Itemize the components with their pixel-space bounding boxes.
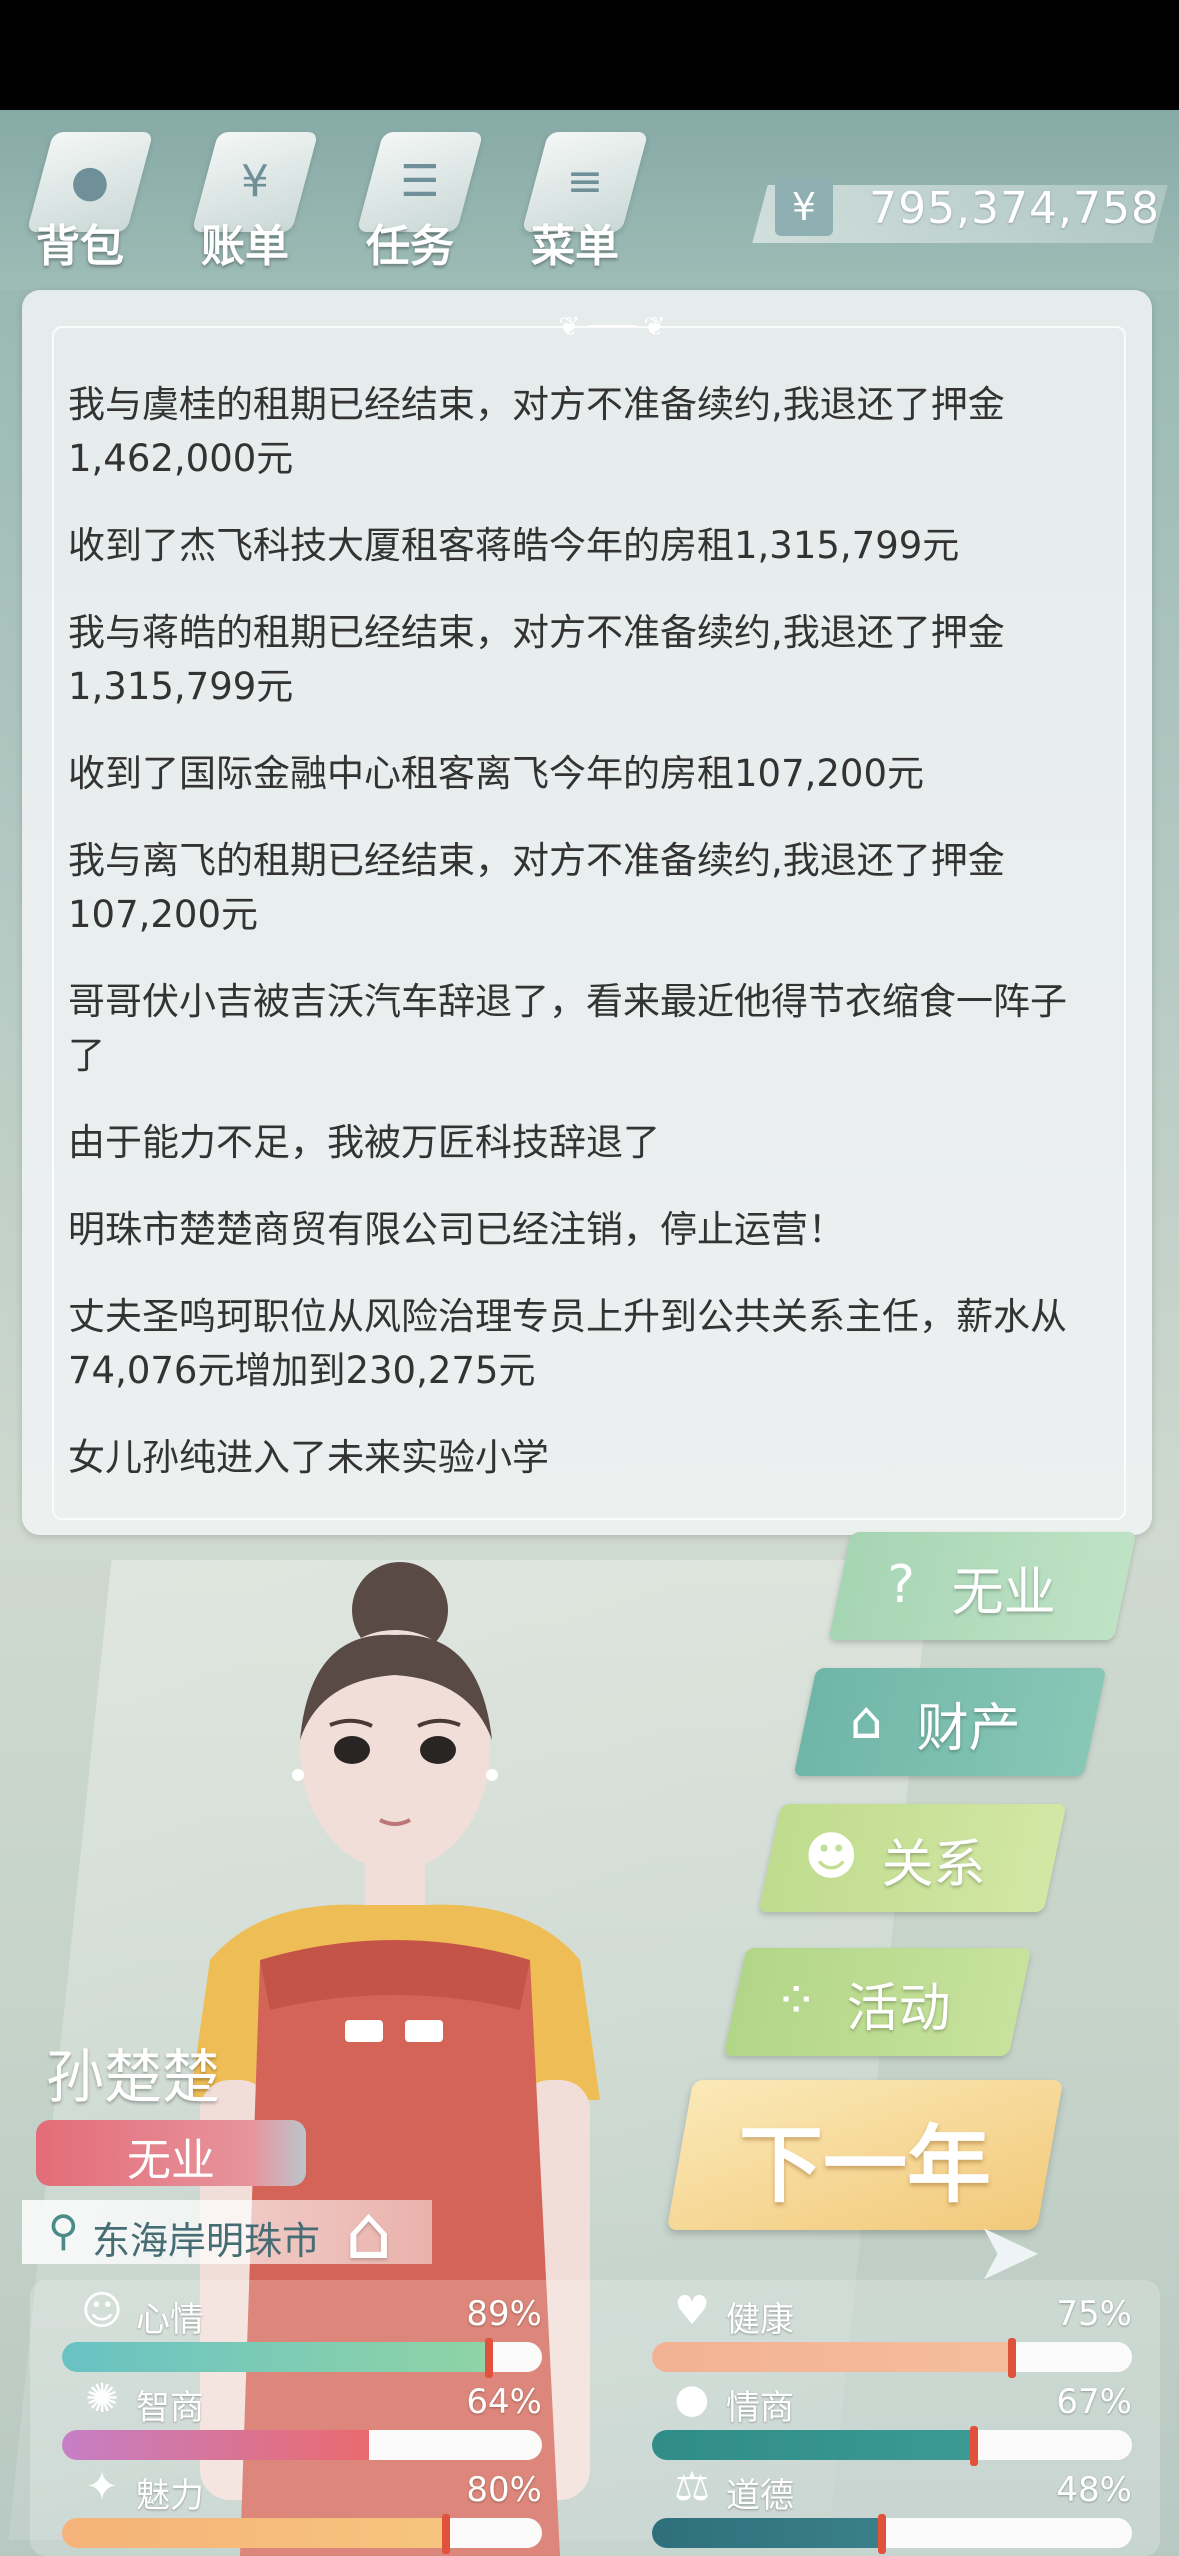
relationship-button[interactable]: ☻ 关系 [758,1804,1067,1912]
smile-icon: ☺ [81,2288,123,2334]
stat-mood: ☺ 心情 89% [62,2288,542,2378]
nav-task-button[interactable]: ☰ 任务 [335,110,485,280]
stat-value: 64% [466,2382,542,2422]
property-button-label: 财产 [916,1699,1021,1759]
stat-label: 魅力 [136,2476,204,2516]
stat-iq: ✺ 智商 64% [62,2376,542,2460]
stat-value: 89% [466,2294,542,2334]
player-status-label: 无业 [127,2135,215,2186]
activity-button-label: 活动 [846,1979,951,2039]
stat-health: ♥ 健康 75% [652,2288,1132,2378]
status-bar [0,0,1179,110]
stat-marker [969,2426,978,2466]
log-entry: 哥哥伏小吉被吉沃汽车辞退了，看来最近他得节衣缩食一阵子了 [68,980,1067,1077]
menu-icon: ≡ [566,156,604,207]
activity-button[interactable]: ⁘ 活动 [723,1948,1032,2056]
stat-fill [62,2342,490,2372]
stat-fill [62,2518,446,2548]
stat-label: 健康 [726,2300,794,2340]
stat-marker [878,2514,887,2554]
stat-eq: ● 情商 67% [652,2376,1132,2466]
stat-label: 道德 [726,2476,794,2516]
log-entry: 我与虞桂的租期已经结束，对方不准备续约,我退还了押金1,462,000元 [68,383,1005,480]
stat-value: 48% [1056,2470,1132,2510]
stat-label: 心情 [136,2300,204,2340]
stat-fill [652,2518,883,2548]
event-log-list: 我与虞桂的租期已经结束，对方不准备续约,我退还了押金1,462,000元 收到了… [68,378,1088,1518]
log-entry: 收到了国际金融中心租客离飞今年的房租107,200元 [68,752,925,795]
nav-label: 菜单 [531,221,619,272]
stat-fill [62,2430,370,2460]
people-icon: ☻ [804,1827,859,1887]
stat-charm: ✦ 魅力 80% [62,2464,542,2554]
nav-label: 账单 [201,221,289,272]
heart-icon: ♥ [674,2288,710,2334]
house-icon: ⌂ [849,1691,883,1751]
log-entry: 女儿孙纯进入了未来实验小学 [68,1436,549,1479]
stat-fill [652,2342,1012,2372]
nav-menu-button[interactable]: ≡ 菜单 [500,110,650,280]
log-entry: 明珠市楚楚商贸有限公司已经注销，停止运营！ [68,1208,845,1251]
money-value: 795,374,758 [869,183,1160,234]
job-button[interactable]: ? 无业 [828,1532,1137,1640]
next-year-label: 下一年 [738,2116,991,2214]
log-entry: 收到了杰飞科技大厦租客蒋皓今年的房租1,315,799元 [68,524,960,567]
activity-icon: ⁘ [774,1971,818,2031]
stat-label: 智商 [136,2388,204,2428]
apple-icon: ● [674,2376,710,2422]
ornament-decoration: ❦ ─── ❦ [558,312,666,342]
stat-fill [652,2430,974,2460]
stat-morality: ⚖ 道德 48% [652,2464,1132,2554]
log-entry: 丈夫圣鸣珂职位从风险治理专员上升到公共关系主任，薪水从74,076元增加到230… [68,1295,1067,1392]
stat-marker [442,2514,450,2554]
player-name: 孙楚楚 [46,2043,221,2111]
task-icon: ☰ [400,156,440,207]
relationship-button-label: 关系 [881,1835,986,1895]
location-pin-icon: ⚲ [48,2206,79,2255]
property-button[interactable]: ⌂ 财产 [793,1668,1107,1776]
stat-value: 80% [466,2470,542,2510]
stat-value: 67% [1056,2382,1132,2422]
bulb-icon: ✺ [85,2376,119,2422]
stat-value: 75% [1056,2294,1132,2334]
player-location: 东海岸明珠市 [92,2219,321,2263]
scale-icon: ⚖ [674,2464,710,2510]
log-entry: 我与离飞的租期已经结束，对方不准备续约,我退还了押金107,200元 [68,839,1005,936]
stat-marker [1008,2338,1016,2378]
star-icon: ✦ [85,2464,119,2510]
question-icon: ? [887,1555,916,1615]
home-icon[interactable]: ⌂ [345,2190,392,2276]
bag-icon: ● [70,156,110,207]
nav-backpack-button[interactable]: ● 背包 [5,110,155,280]
stat-marker [485,2338,494,2378]
stat-label: 情商 [726,2388,794,2428]
nav-bill-button[interactable]: ¥ 账单 [170,110,320,280]
log-entry: 由于能力不足，我被万匠科技辞退了 [68,1121,660,1164]
log-entry: 我与蒋皓的租期已经结束，对方不准备续约,我退还了押金1,315,799元 [68,611,1005,708]
nav-label: 背包 [36,221,124,272]
bill-icon: ¥ [241,156,269,207]
nav-label: 任务 [366,221,454,272]
yen-icon: ¥ [775,178,833,236]
job-button-label: 无业 [951,1563,1056,1623]
